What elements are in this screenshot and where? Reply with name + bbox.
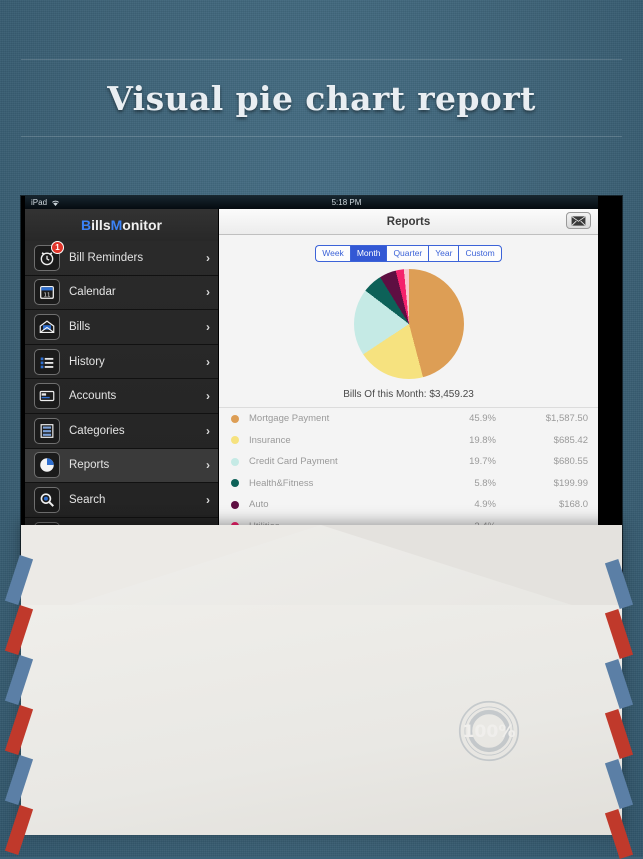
legend-row[interactable]: Health&Fitness 5.8% $199.99	[231, 473, 588, 495]
ipad-screen: iPad 5:18 PM 84% Bills Monitor	[25, 196, 598, 577]
sidebar-item-reports[interactable]: Reports ›	[25, 448, 218, 484]
legend-category-name: Auto	[249, 499, 269, 511]
segment-week[interactable]: Week	[315, 245, 350, 263]
segment-month[interactable]: Month	[349, 245, 387, 263]
pie-chart-container	[219, 269, 598, 380]
page-title: Visual pie chart report	[107, 78, 536, 118]
app-title-m: M	[110, 217, 123, 233]
open-envelope-icon	[34, 313, 60, 340]
segment-year[interactable]: Year	[428, 245, 459, 263]
sidebar-item-accounts[interactable]: Accounts ›	[25, 379, 218, 414]
app-title-ills: ills	[91, 217, 111, 233]
sidebar-item-label: Bills	[69, 320, 91, 333]
ios-status-bar: iPad 5:18 PM 84%	[25, 196, 598, 209]
legend-percent: 19.7%	[469, 456, 496, 468]
legend-percent: 19.8%	[469, 434, 496, 446]
sidebar-item-label: Search	[69, 493, 106, 506]
legend-amount: $199.99	[553, 477, 588, 489]
legend-amount: $1,587.50	[545, 413, 588, 425]
legend-color-dot	[231, 436, 239, 445]
alarm-clock-icon: 1	[34, 240, 64, 271]
app-title: Bills Monitor	[25, 209, 218, 241]
sidebar-item-calendar[interactable]: 11 Calendar ›	[25, 276, 218, 311]
sidebar-item-label: History	[69, 355, 105, 368]
legend-row[interactable]: Insurance 19.8% $685.42	[231, 430, 588, 452]
sidebar-item-label: Reports	[69, 459, 110, 472]
detail-pane: Reports Week Month Quarter Year Custom B…	[219, 209, 598, 577]
legend-list: Mortgage Payment 45.9% $1,587.50 Insurance 1…	[219, 408, 598, 537]
list-icon	[34, 348, 60, 375]
chevron-right-icon: ›	[206, 458, 210, 473]
magnifier-icon	[34, 486, 60, 513]
app-title-onitor: onitor	[122, 217, 162, 233]
calendar-icon: 11	[34, 279, 60, 306]
drawer-icon	[34, 417, 60, 444]
svg-text:11: 11	[44, 293, 51, 299]
legend-amount: $168.0	[558, 499, 588, 511]
chevron-right-icon: ›	[206, 250, 210, 265]
legend-percent: 5.8%	[474, 477, 496, 489]
segment-custom[interactable]: Custom	[458, 245, 502, 263]
pie-chart[interactable]	[353, 269, 464, 380]
chart-total-label: Bills Of this Month: $3,459.23	[219, 389, 598, 409]
sidebar-item-label: Calendar	[69, 286, 116, 299]
sidebar-item-label: Categories	[69, 424, 125, 437]
legend-amount: $685.42	[553, 434, 588, 446]
chevron-right-icon: ›	[206, 423, 210, 438]
detail-navbar: Reports	[219, 209, 598, 235]
legend-row[interactable]: Credit Card Payment 19.7% $680.55	[231, 451, 588, 473]
headline-banner: Visual pie chart report	[21, 59, 622, 137]
legend-percent: 4.9%	[474, 499, 496, 511]
svg-text:100%: 100%	[462, 722, 515, 742]
legend-color-dot	[231, 479, 239, 488]
legend-row[interactable]: Mortgage Payment 45.9% $1,587.50	[231, 408, 588, 430]
chevron-right-icon: ›	[206, 389, 210, 404]
ipad-device: iPad 5:18 PM 84% Bills Monitor	[21, 196, 622, 577]
period-segmented-control[interactable]: Week Month Quarter Year Custom	[219, 245, 598, 263]
legend-color-dot	[231, 457, 239, 466]
sidebar-item-label: Bill Reminders	[69, 251, 144, 264]
legend-category-name: Health&Fitness	[249, 477, 314, 489]
postmark-stamp: 100%	[458, 700, 520, 762]
sidebar-item-bills[interactable]: Bills ›	[25, 310, 218, 345]
sidebar-item-bill-reminders[interactable]: 1 Bill Reminders ›	[25, 240, 218, 276]
sidebar-item-label: Accounts	[69, 390, 117, 403]
badge-count: 1	[51, 240, 64, 254]
legend-category-name: Insurance	[249, 434, 291, 446]
sidebar-item-search[interactable]: Search ›	[25, 483, 218, 518]
chevron-right-icon: ›	[206, 492, 210, 507]
mail-button[interactable]	[566, 212, 591, 229]
chevron-right-icon: ›	[206, 285, 210, 300]
pie-chart-icon	[34, 452, 60, 479]
card-icon	[34, 383, 60, 410]
status-time: 5:18 PM	[331, 198, 362, 207]
legend-row[interactable]: Auto 4.9% $168.0	[231, 494, 588, 516]
sidebar: Bills Monitor 1 Bill Reminders › 11 Cale…	[25, 209, 219, 577]
legend-color-dot	[231, 414, 239, 423]
legend-percent: 45.9%	[469, 413, 496, 425]
segment-quarter[interactable]: Quarter	[386, 245, 429, 263]
legend-category-name: Mortgage Payment	[249, 413, 330, 425]
detail-title: Reports	[386, 215, 431, 228]
chevron-right-icon: ›	[206, 354, 210, 369]
legend-color-dot	[231, 500, 239, 509]
app-title-b: B	[81, 217, 92, 233]
sidebar-item-categories[interactable]: Categories ›	[25, 414, 218, 449]
envelope-icon	[571, 215, 586, 226]
legend-amount: $680.55	[553, 456, 588, 468]
legend-category-name: Credit Card Payment	[249, 456, 338, 468]
chevron-right-icon: ›	[206, 319, 210, 334]
sidebar-item-history[interactable]: History ›	[25, 345, 218, 380]
